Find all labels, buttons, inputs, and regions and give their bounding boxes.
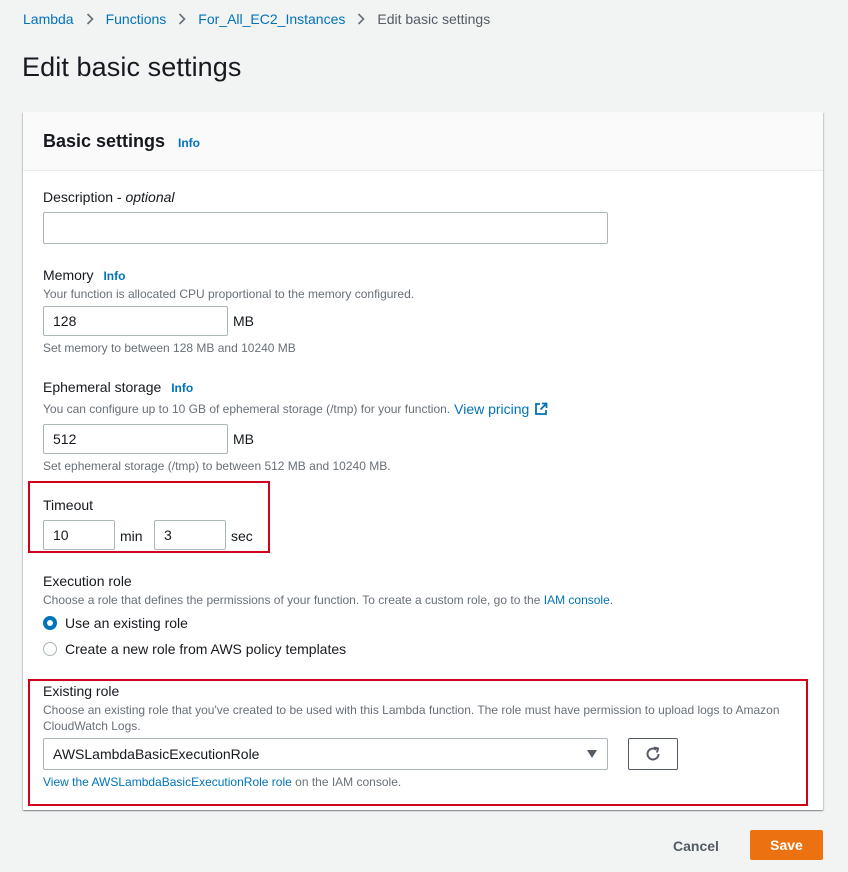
description-input[interactable] [43,212,608,244]
memory-input[interactable] [43,306,228,336]
save-button[interactable]: Save [750,830,823,860]
breadcrumb-current: Edit basic settings [377,11,491,27]
ephemeral-info-link[interactable]: Info [171,381,193,395]
memory-unit: MB [233,313,254,329]
existing-role-highlight-box [28,679,808,806]
chevron-right-icon [178,13,186,25]
memory-constraint: Set memory to between 128 MB and 10240 M… [43,341,296,355]
chevron-right-icon [86,13,94,25]
radio-create-new-role[interactable] [43,642,57,656]
memory-info-link[interactable]: Info [103,269,125,283]
ephemeral-label-row: Ephemeral storage Info [43,379,193,395]
ephemeral-unit: MB [233,431,254,447]
breadcrumb-functions[interactable]: Functions [106,11,167,27]
ephemeral-help-row: You can configure up to 10 GB of ephemer… [43,401,548,417]
ephemeral-help: You can configure up to 10 GB of ephemer… [43,402,451,416]
ephemeral-label: Ephemeral storage [43,379,162,395]
view-pricing-link[interactable]: View pricing [454,401,529,417]
memory-label: Memory [43,267,94,283]
ephemeral-input[interactable] [43,424,228,454]
execution-role-help-suffix: . [609,593,614,607]
breadcrumb-function-name[interactable]: For_All_EC2_Instances [198,11,345,27]
memory-label-row: Memory Info [43,267,125,283]
radio-create-new-role-label[interactable]: Create a new role from AWS policy templa… [65,641,346,657]
execution-role-label: Execution role [43,573,132,589]
panel-title: Basic settings [43,131,166,151]
description-optional-text: optional [125,189,175,205]
iam-console-link[interactable]: IAM console [544,593,610,607]
description-label: Description - optional [43,189,175,205]
cancel-button[interactable]: Cancel [660,832,732,860]
ephemeral-constraint: Set ephemeral storage (/tmp) to between … [43,459,391,473]
radio-use-existing-role[interactable] [43,616,57,630]
page-title: Edit basic settings [22,52,242,82]
breadcrumb: Lambda Functions For_All_EC2_Instances E… [23,9,490,29]
description-label-text: Description - [43,189,126,205]
execution-role-help-text: Choose a role that defines the permissio… [43,593,544,607]
panel-info-link[interactable]: Info [178,136,200,150]
execution-role-help: Choose a role that defines the permissio… [43,593,613,607]
memory-help: Your function is allocated CPU proportio… [43,287,415,301]
timeout-highlight-box [28,481,270,553]
radio-use-existing-role-label[interactable]: Use an existing role [65,615,188,631]
external-link-icon[interactable] [534,402,548,416]
panel-header: Basic settings Info [23,112,823,171]
breadcrumb-lambda[interactable]: Lambda [23,11,74,27]
chevron-right-icon [357,13,366,25]
